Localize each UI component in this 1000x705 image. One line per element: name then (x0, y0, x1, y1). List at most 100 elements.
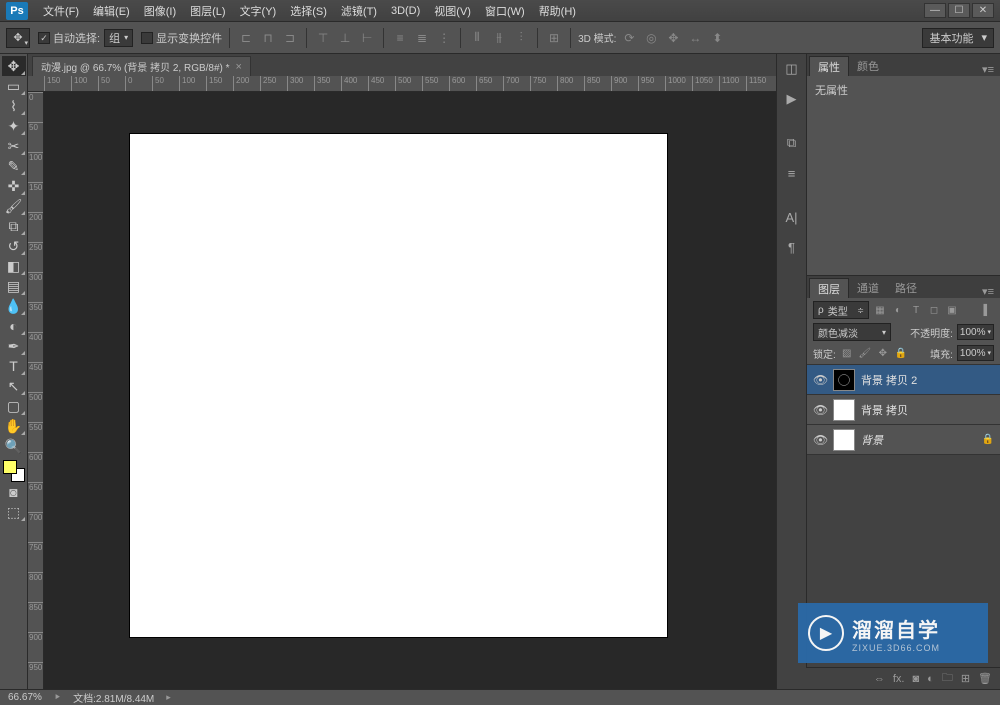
align-top-icon[interactable]: ⊤ (314, 29, 332, 47)
blend-mode-dropdown[interactable]: 颜色减淡▾ (813, 323, 891, 341)
tab-color[interactable]: 颜色 (849, 56, 887, 76)
paragraph-panel-icon[interactable]: ¶ (781, 236, 803, 258)
fx-icon[interactable]: fx. (893, 673, 905, 685)
auto-select-target-dropdown[interactable]: 组▾ (104, 29, 133, 47)
distribute-6-icon[interactable]: ⫶ (512, 29, 530, 47)
3d-orbit-icon[interactable]: ⟳ (620, 29, 638, 47)
menu-help[interactable]: 帮助(H) (532, 3, 583, 19)
canvas-background[interactable] (44, 92, 776, 689)
foreground-color[interactable] (3, 460, 17, 474)
clone-tool[interactable]: ⧉ (2, 216, 26, 236)
character-panel-icon[interactable]: A| (781, 206, 803, 228)
menu-window[interactable]: 窗口(W) (478, 3, 532, 19)
zoom-level[interactable]: 66.67% (8, 692, 42, 703)
swatches-panel-icon[interactable]: ⧉ (781, 132, 803, 154)
visibility-icon[interactable]: 👁 (813, 433, 827, 447)
brush-tool[interactable]: 🖌 (2, 196, 26, 216)
align-center-h-icon[interactable]: ⊓ (259, 29, 277, 47)
crop-tool[interactable]: ✂ (2, 136, 26, 156)
menu-view[interactable]: 视图(V) (427, 3, 478, 19)
blur-tool[interactable]: 💧 (2, 296, 26, 316)
layer-name[interactable]: 背景 拷贝 (861, 402, 908, 418)
3d-zoom-icon[interactable]: ⬍ (708, 29, 726, 47)
close-icon[interactable]: × (236, 61, 242, 73)
align-left-icon[interactable]: ⊏ (237, 29, 255, 47)
history-panel-icon[interactable]: ◫ (781, 58, 803, 80)
layer-thumbnail[interactable] (833, 399, 855, 421)
magic-wand-tool[interactable]: ✦ (2, 116, 26, 136)
layer-thumbnail[interactable] (833, 369, 855, 391)
layer-thumbnail[interactable] (833, 429, 855, 451)
layer-row[interactable]: 👁 背景 拷贝 (807, 395, 1000, 425)
filter-pix-icon[interactable]: ▦ (873, 303, 887, 317)
menu-select[interactable]: 选择(S) (283, 3, 334, 19)
hand-tool[interactable]: ✋ (2, 416, 26, 436)
menu-3d[interactable]: 3D(D) (384, 5, 427, 17)
distribute-2-icon[interactable]: ≣ (413, 29, 431, 47)
gradient-tool[interactable]: ▤ (2, 276, 26, 296)
align-middle-icon[interactable]: ⊥ (336, 29, 354, 47)
distribute-4-icon[interactable]: ⫴ (468, 29, 486, 47)
zoom-tool[interactable]: 🔍 (2, 436, 26, 456)
layer-row[interactable]: 👁 背景 🔒 (807, 425, 1000, 455)
menu-filter[interactable]: 滤镜(T) (334, 3, 384, 19)
auto-select-option[interactable]: 自动选择: (38, 30, 100, 46)
distribute-1-icon[interactable]: ≡ (391, 29, 409, 47)
pen-tool[interactable]: ✒ (2, 336, 26, 356)
ruler-horizontal[interactable]: 1501005005010015020025030035040045050055… (28, 76, 776, 92)
close-button[interactable]: ✕ (972, 3, 994, 18)
layer-row[interactable]: 👁 背景 拷贝 2 (807, 365, 1000, 395)
align-right-icon[interactable]: ⊐ (281, 29, 299, 47)
quick-mask-tool[interactable]: ◙ (2, 482, 26, 502)
group-icon[interactable]: 🗀 (942, 669, 953, 688)
menu-layer[interactable]: 图层(L) (183, 3, 232, 19)
ruler-vertical[interactable]: 0501001502002503003504004505005506006507… (28, 92, 44, 689)
tab-paths[interactable]: 路径 (887, 278, 925, 298)
healing-tool[interactable]: ✜ (2, 176, 26, 196)
expand-icon[interactable]: ⯈ (54, 692, 61, 703)
lasso-tool[interactable]: ⌇ (2, 96, 26, 116)
3d-pan-icon[interactable]: ✥ (664, 29, 682, 47)
filter-shape-icon[interactable]: ◻ (927, 303, 941, 317)
menu-type[interactable]: 文字(Y) (233, 3, 284, 19)
screen-mode-tool[interactable]: ⬚ (2, 502, 26, 522)
actions-panel-icon[interactable]: ▶ (781, 88, 803, 110)
adjustment-icon[interactable]: ◐ (927, 673, 934, 685)
filter-adj-icon[interactable]: ◐ (891, 303, 905, 317)
tab-channels[interactable]: 通道 (849, 278, 887, 298)
visibility-icon[interactable]: 👁 (813, 373, 827, 387)
opacity-input[interactable]: 100%▾ (957, 324, 994, 340)
align-bottom-icon[interactable]: ⊢ (358, 29, 376, 47)
styles-panel-icon[interactable]: ≡ (781, 162, 803, 184)
lock-pos-icon[interactable]: ✥ (876, 346, 890, 360)
menu-edit[interactable]: 编辑(E) (86, 3, 137, 19)
current-tool-indicator[interactable]: ✥▾ (6, 28, 30, 48)
fill-input[interactable]: 100%▾ (957, 345, 994, 361)
history-brush-tool[interactable]: ↺ (2, 236, 26, 256)
visibility-icon[interactable]: 👁 (813, 403, 827, 417)
eraser-tool[interactable]: ◧ (2, 256, 26, 276)
show-transform-checkbox[interactable] (141, 32, 153, 44)
show-transform-option[interactable]: 显示变换控件 (141, 30, 222, 46)
canvas[interactable] (130, 134, 667, 637)
menu-file[interactable]: 文件(F) (36, 3, 86, 19)
shape-tool[interactable]: ▢ (2, 396, 26, 416)
layer-name[interactable]: 背景 拷贝 2 (861, 372, 917, 388)
chevron-right-icon[interactable]: ▸ (166, 692, 171, 703)
maximize-button[interactable]: ☐ (948, 3, 970, 18)
doc-tab[interactable]: 动漫.jpg @ 66.7% (背景 拷贝 2, RGB/8#) * × (32, 56, 251, 76)
lock-all-icon[interactable]: 🔒 (894, 346, 908, 360)
path-select-tool[interactable]: ↖ (2, 376, 26, 396)
3d-roll-icon[interactable]: ◎ (642, 29, 660, 47)
filter-type-icon[interactable]: T (909, 303, 923, 317)
dodge-tool[interactable]: ◐ (2, 316, 26, 336)
mask-icon[interactable]: ◙ (913, 673, 920, 685)
auto-align-icon[interactable]: ⊞ (545, 29, 563, 47)
filter-toggle-icon[interactable]: ▌ (980, 303, 994, 317)
filter-kind-dropdown[interactable]: ρ类型≑ (813, 301, 869, 319)
panel-menu-icon[interactable]: ▾≡ (976, 285, 1000, 298)
lock-pixel-icon[interactable]: 🖌 (858, 346, 872, 360)
distribute-5-icon[interactable]: ⫵ (490, 29, 508, 47)
distribute-3-icon[interactable]: ⋮ (435, 29, 453, 47)
doc-info[interactable]: 文档:2.81M/8.44M (73, 690, 154, 705)
